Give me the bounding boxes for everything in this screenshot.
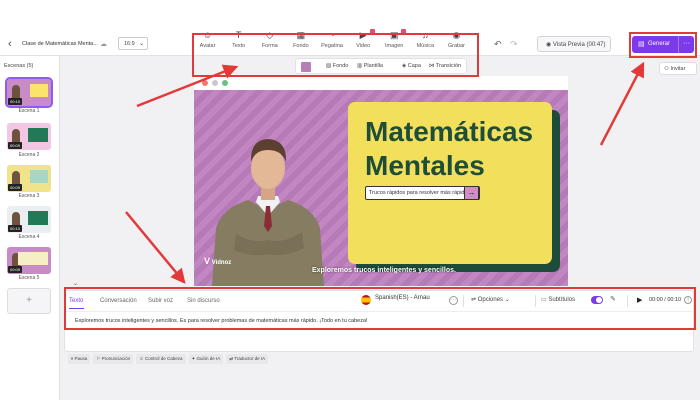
pronunciation-chip[interactable]: ⚐ Pronunciación: [93, 354, 134, 364]
slide-window-bar: [194, 76, 568, 90]
thumbnail-card: [28, 128, 48, 142]
window-dot: [202, 80, 208, 86]
chip-label: Control de Cabeza: [144, 356, 183, 361]
preview-button[interactable]: ◉ Vista Previa (00:47): [537, 36, 611, 52]
project-title[interactable]: Clase de Matemáticas Menta...: [22, 41, 112, 47]
aspect-ratio-value: 16:9: [124, 41, 135, 47]
preview-label: Vista Previa (00:47): [552, 42, 606, 48]
scene-label: Escena 3: [18, 193, 40, 199]
thumbnail-card: [18, 252, 48, 265]
scene-label: Escena 2: [18, 152, 40, 158]
scene-thumbnail-5[interactable]: 00:09: [7, 247, 51, 274]
invite-button[interactable]: ⚇ Invitar: [659, 62, 697, 75]
scene-duration: 00:09: [8, 266, 23, 273]
scene-duration: 00:10: [8, 225, 23, 232]
title-card[interactable]: Matemáticas Mentales Trucos rápidos para…: [348, 102, 552, 264]
scene-label: Escena 1: [18, 108, 40, 114]
thumbnail-card: [28, 211, 48, 225]
thumbnail-card: [30, 84, 48, 97]
slide-pill-text[interactable]: Trucos rápidos para resolver más rápido: [365, 186, 480, 200]
eye-icon: ◉: [546, 42, 553, 48]
logo-text: Vidnoz: [211, 260, 232, 266]
undo-icon[interactable]: ↶: [494, 39, 502, 50]
window-dot: [222, 80, 228, 86]
scene-duration: 00:09: [8, 142, 23, 149]
ai-translator-chip[interactable]: ⇄ Traductor de IA: [226, 354, 269, 364]
back-icon[interactable]: ‹: [8, 38, 12, 50]
brand-logo: V Vidnoz: [204, 256, 231, 266]
redo-icon[interactable]: ↷: [510, 39, 518, 50]
chip-label: Pausa: [74, 356, 88, 361]
scene-thumbnail-2[interactable]: 00:09: [7, 123, 51, 150]
plus-icon: +: [26, 295, 32, 306]
highlight-editor-box: [64, 287, 696, 330]
slide-title-line-2[interactable]: Mentales: [365, 150, 485, 182]
thumbnail-card: [30, 170, 48, 183]
head-control-chip[interactable]: ☺ Control de Cabeza: [136, 354, 186, 364]
arrow-to-generate: [599, 61, 645, 146]
chevron-down-icon[interactable]: ⌄: [73, 280, 78, 287]
scene-duration: 00:09: [8, 184, 23, 191]
invite-label: Invitar: [670, 66, 686, 72]
scenes-title: Escenas (5): [4, 63, 34, 69]
highlight-toolbar-box: [192, 33, 479, 77]
scene-sidebar: Escenas (5) 00:10 Escena 1 00:09 Escena …: [0, 56, 60, 400]
slide-subtitle: Exploremos trucos inteligentes y sencill…: [312, 267, 456, 274]
pause-chip[interactable]: ⏸ Pausa: [68, 354, 91, 364]
cloud-sync-icon: ☁: [100, 41, 107, 48]
scene-label: Escena 5: [18, 275, 40, 281]
vidnoz-logo-icon: V: [204, 256, 211, 266]
slide-title-line-1[interactable]: Matemáticas: [365, 116, 533, 148]
scene-thumbnail-3[interactable]: 00:09: [7, 165, 51, 192]
chip-label: Guión de IA: [196, 356, 221, 361]
script-tools: ⏸ Pausa ⚐ Pronunciación ☺ Control de Cab…: [68, 354, 269, 364]
add-scene-button[interactable]: +: [7, 288, 51, 314]
highlight-generate-box: [629, 32, 697, 58]
scene-thumbnail-4[interactable]: 00:10: [7, 206, 51, 233]
arrow-to-editor: [125, 211, 186, 284]
scene-label: Escena 4: [18, 234, 40, 240]
aspect-ratio-select[interactable]: 16:9 ⌄: [118, 37, 148, 50]
scene-duration: 00:10: [8, 98, 23, 105]
chip-label: Traductor de IA: [234, 356, 266, 361]
slide-canvas[interactable]: Matemáticas Mentales Trucos rápidos para…: [194, 76, 568, 286]
window-dot: [212, 80, 218, 86]
ai-script-chip[interactable]: ✦ Guión de IA: [188, 354, 224, 364]
scene-thumbnail-1[interactable]: 00:10: [5, 77, 53, 108]
arrow-right-icon: →: [464, 186, 479, 200]
chevron-down-icon: ⌄: [138, 41, 144, 47]
chip-label: Pronunciación: [101, 356, 131, 361]
